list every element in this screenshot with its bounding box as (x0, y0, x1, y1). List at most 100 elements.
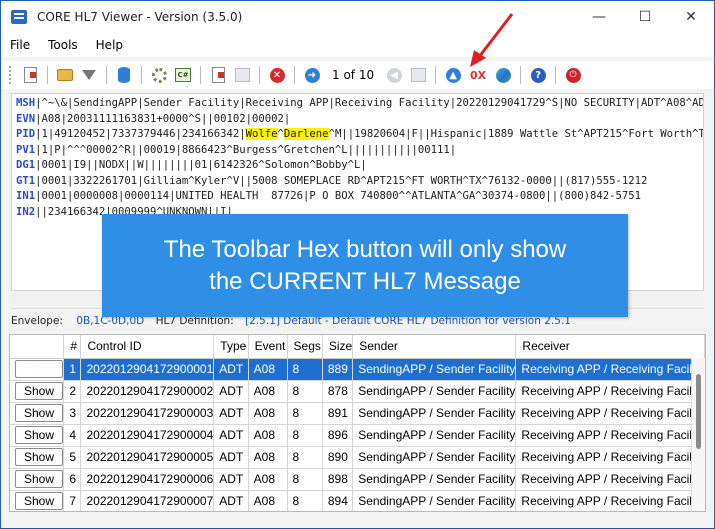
cell-event: A08 (248, 380, 288, 403)
grid-header-row: # Control ID Type Event Segs Size Sender… (10, 335, 705, 359)
edge-browser-icon (495, 67, 511, 83)
toolbar-separator (106, 66, 107, 84)
segment-name: PID (16, 128, 36, 140)
cell-control-id: 2022012904172900001 (80, 358, 215, 381)
segment-name: MSH (16, 97, 36, 109)
column-header-type[interactable]: Type (213, 335, 249, 359)
cell-message-type: ADT (213, 446, 249, 469)
message-grid[interactable]: # Control ID Type Event Segs Size Sender… (9, 334, 706, 512)
show-cell: Show (10, 446, 65, 469)
show-button[interactable]: Show (15, 426, 63, 444)
segment-text: |0001|3322261701|Gilliam^Kyler^V||5008 S… (35, 174, 648, 187)
power-button[interactable]: ⏻ (563, 65, 583, 85)
table-row[interactable]: Show 4 2022012904172900004 ADT A08 8 896 Sendin… (10, 424, 705, 447)
cell-size: 894 (322, 490, 354, 511)
cell-sender: SendingAPP / Sender Facility (352, 402, 517, 425)
segment-text: |0001|0000008|0000114|UNITED HEALTH 8772… (35, 190, 642, 202)
column-header-sender[interactable]: Sender (352, 335, 517, 359)
settings-button[interactable] (232, 65, 252, 85)
csharp-button[interactable]: C# (173, 65, 193, 85)
app-logo-icon (11, 10, 27, 24)
column-header-control-id[interactable]: Control ID (80, 335, 215, 359)
segment-text: ^ (277, 128, 284, 140)
csharp-icon: C# (175, 68, 191, 82)
show-button[interactable]: Show (15, 382, 63, 400)
stop-button[interactable]: ✕ (267, 65, 287, 85)
export-button[interactable] (208, 65, 228, 85)
next-button[interactable]: ➜ (302, 65, 322, 85)
copy-button[interactable] (20, 65, 40, 85)
column-header-receiver[interactable]: Receiver (515, 335, 705, 359)
show-button[interactable]: Show (15, 448, 63, 466)
segment-text: |A08|20031111163831+0000^S||00102|00002| (35, 112, 291, 125)
cell-row-number: 1 (63, 358, 82, 381)
segment-text: |0001|I9||NODX||W||||||||01|6142326^Solo… (35, 159, 367, 171)
cell-row-number: 7 (63, 490, 82, 511)
filter-button[interactable] (79, 65, 99, 85)
table-row[interactable]: Show 1 2022012904172900001 ADT A08 8 889 Sendin… (10, 358, 705, 381)
show-cell: Show (10, 490, 65, 511)
cell-size: 889 (322, 358, 354, 381)
table-row[interactable]: Show 3 2022012904172900003 ADT A08 8 891 Sendin… (10, 402, 705, 425)
close-button[interactable]: ✕ (668, 1, 714, 33)
up-button[interactable]: ▲ (443, 65, 463, 85)
table-row[interactable]: Show 5 2022012904172900005 ADT A08 8 890 Sendin… (10, 446, 705, 469)
segment-text: |1|49120452|7337379446|234166342| (35, 128, 246, 140)
segment-line: IN1|0001|0000008|0000114|UNITED HEALTH 8… (16, 189, 699, 205)
maximize-button[interactable]: ☐ (622, 1, 668, 33)
segment-name: PV1 (16, 143, 36, 156)
database-button[interactable] (114, 65, 134, 85)
show-button[interactable]: Show (15, 470, 63, 488)
menu-tools[interactable]: Tools (39, 33, 87, 57)
window-controls: — ☐ ✕ (576, 1, 714, 33)
cell-segment-count: 8 (287, 380, 323, 403)
table-row[interactable]: Show 7 2022012904172900007 ADT A08 8 894 Sendin… (10, 490, 705, 511)
cell-message-type: ADT (213, 402, 249, 425)
title-bar[interactable]: CORE HL7 Viewer - Version (3.5.0) — ☐ ✕ (1, 1, 714, 33)
cell-receiver: Receiving APP / Receiving Facility (515, 402, 705, 425)
show-cell: Show (10, 380, 65, 403)
segment-text: |1|P|^^^00002^R||00019|8866423^Burgess^G… (35, 143, 457, 156)
database-icon (118, 67, 130, 83)
cell-event: A08 (248, 490, 288, 511)
table-row[interactable]: Show 6 2022012904172900006 ADT A08 8 898 Sendin… (10, 468, 705, 491)
segment-line: DG1|0001|I9||NODX||W||||||||01|6142326^S… (16, 158, 699, 174)
cell-segment-count: 8 (287, 490, 323, 511)
cell-message-type: ADT (213, 358, 249, 381)
cell-control-id: 2022012904172900007 (80, 490, 215, 511)
previous-button[interactable]: ◀ (384, 65, 404, 85)
minimize-button[interactable]: — (576, 1, 622, 33)
scrollbar-thumb[interactable] (696, 374, 701, 449)
cell-size: 896 (322, 424, 354, 447)
column-header-number[interactable]: # (63, 335, 82, 359)
cell-receiver: Receiving APP / Receiving Facility (515, 380, 705, 403)
table-row[interactable]: Show 2 2022012904172900002 ADT A08 8 878 Sendin… (10, 380, 705, 403)
show-button[interactable]: Show (15, 404, 63, 422)
toolbar-grip[interactable] (9, 66, 12, 84)
show-button[interactable]: Show (15, 360, 63, 378)
help-button[interactable]: ? (528, 65, 548, 85)
menu-file[interactable]: File (1, 33, 39, 57)
segment-name: GT1 (16, 174, 36, 187)
vertical-scrollbar[interactable] (691, 358, 705, 511)
highlighted-text: Darlene (283, 128, 329, 140)
show-cell: Show (10, 402, 65, 425)
cell-segment-count: 8 (287, 402, 323, 425)
column-header-size[interactable]: Size (322, 335, 354, 359)
segment-line: PID|1|49120452|7337379446|234166342|Wolf… (16, 127, 703, 143)
cell-sender: SendingAPP / Sender Facility (352, 490, 517, 511)
show-button[interactable]: Show (15, 492, 63, 510)
show-cell: Show (10, 358, 65, 381)
hex-button[interactable]: 0X (467, 65, 489, 85)
cell-row-number: 5 (63, 446, 82, 469)
cell-message-type: ADT (213, 424, 249, 447)
menu-help[interactable]: Help (87, 33, 132, 57)
home-button[interactable] (408, 65, 428, 85)
edge-button[interactable] (493, 65, 513, 85)
export-icon (211, 67, 225, 83)
column-header-segs[interactable]: Segs (287, 335, 323, 359)
gear-button[interactable] (149, 65, 169, 85)
column-header-event[interactable]: Event (248, 335, 288, 359)
open-folder-button[interactable] (55, 65, 75, 85)
menu-bar: File Tools Help (1, 33, 714, 57)
